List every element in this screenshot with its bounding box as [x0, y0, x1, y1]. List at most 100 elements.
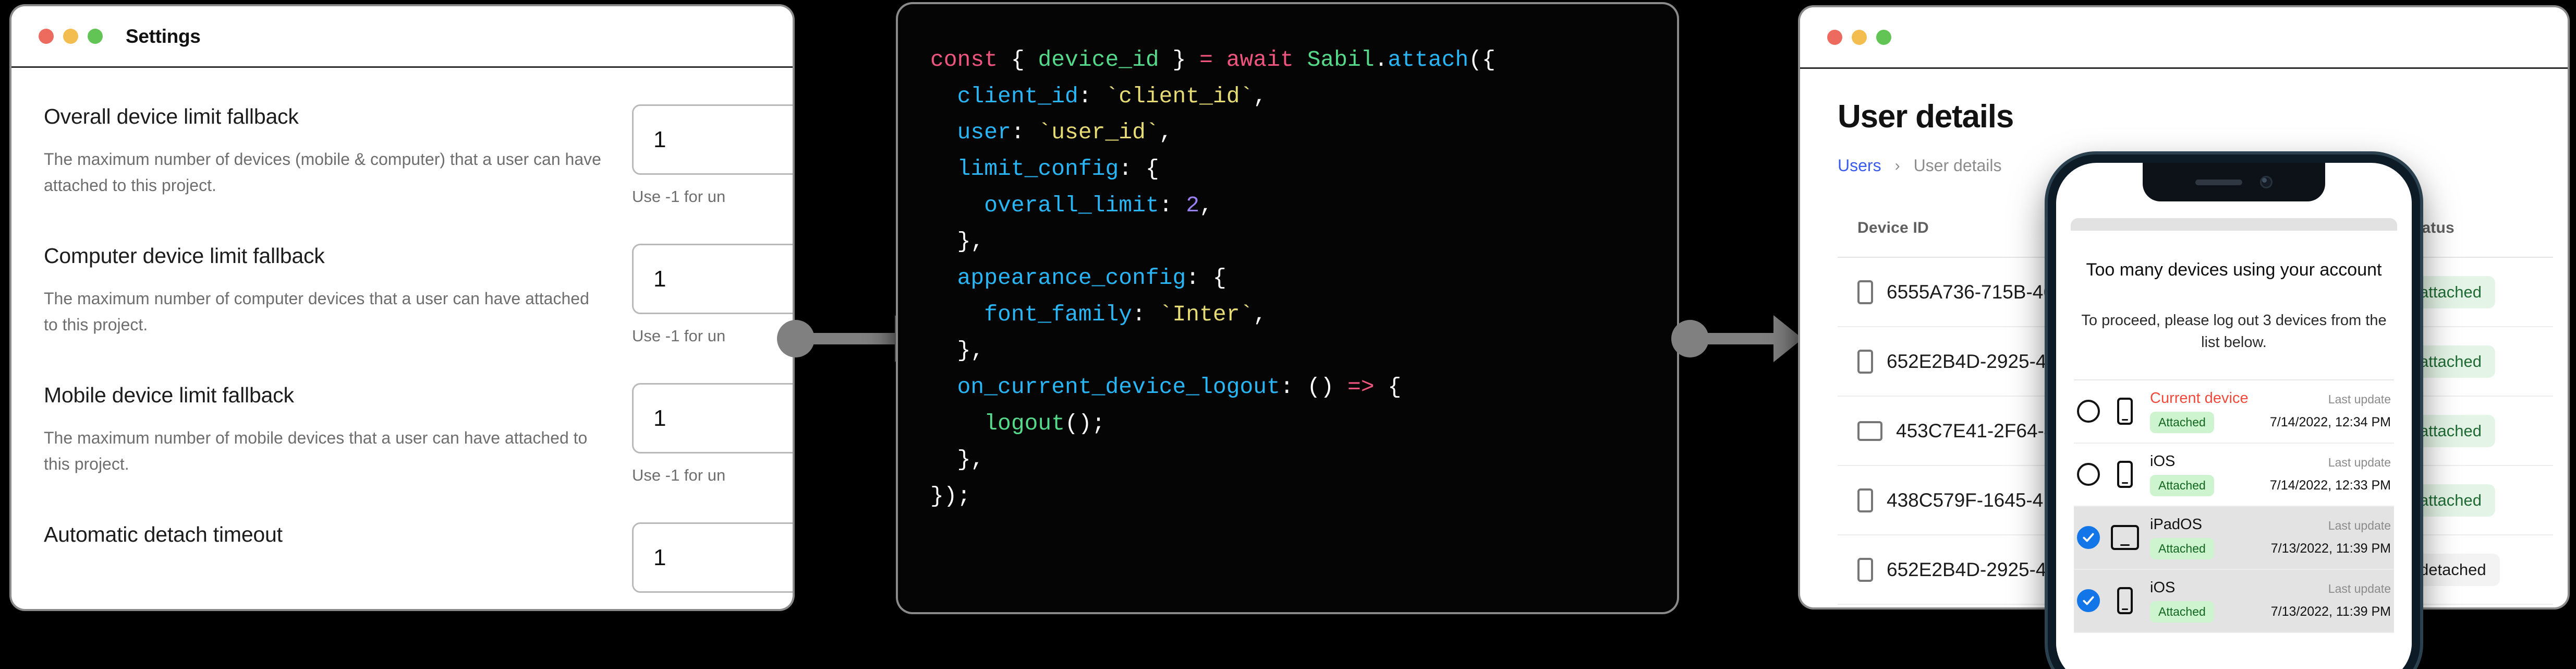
device-os-label: Current device [2150, 389, 2249, 407]
setting-text: Mobile device limit fallback The maximum… [44, 383, 628, 477]
setting-label: Overall device limit fallback [44, 104, 299, 128]
connector-dot-icon [1671, 320, 1709, 357]
code-snippet-window: const { device_id } = await Sabil.attach… [898, 4, 1677, 612]
checkbox-unchecked-icon[interactable] [2077, 463, 2100, 486]
checkbox-unchecked-icon[interactable] [2077, 400, 2100, 423]
code-token: (); [1065, 410, 1105, 436]
list-item[interactable]: iOS Attached Last update 7/14/2022, 12:33 P… [2074, 444, 2394, 507]
field-hint: Use -1 for un [632, 466, 726, 484]
code-token: : { [1186, 265, 1226, 291]
code-token: { [1374, 374, 1402, 400]
last-update-label: Last update [2328, 456, 2391, 470]
modal-device-list: Current device Attached Last update 7/14/20… [2074, 379, 2394, 633]
close-icon[interactable] [1827, 30, 1842, 45]
setting-row-mobile-device-limit: Mobile device limit fallback The maximum… [11, 383, 793, 485]
code-token: user [957, 120, 1011, 146]
maximize-icon[interactable] [1876, 30, 1891, 45]
device-last-update: Last update 7/14/2022, 12:33 PM [2270, 456, 2391, 493]
iphone-mockup: Too many devices using your account To p… [2048, 154, 2420, 669]
code-token: { [998, 47, 1038, 73]
bottom-sheet-handle[interactable] [2071, 218, 2397, 231]
device-id-text: 652E2B4D-2925-43 [1887, 558, 2058, 580]
user-details-titlebar [1800, 7, 2568, 69]
code-token: => [1347, 374, 1375, 400]
computer-device-limit-input[interactable]: 1 [632, 244, 793, 314]
checkbox-checked-icon[interactable] [2077, 526, 2100, 549]
breadcrumb-link-users[interactable]: Users [1838, 156, 1881, 175]
automatic-detach-timeout-input[interactable]: 1 [632, 522, 793, 593]
minimize-icon[interactable] [1852, 30, 1867, 45]
code-token: const [930, 47, 998, 73]
overall-device-limit-input[interactable]: 1 [632, 104, 793, 175]
close-icon[interactable] [39, 29, 54, 44]
last-update-value: 7/13/2022, 11:39 PM [2270, 604, 2391, 619]
device-meta: iOS Attached [2150, 579, 2261, 623]
setting-description: The maximum number of mobile devices tha… [44, 428, 588, 473]
code-token: : [1011, 120, 1038, 146]
connector-dot-icon [777, 320, 815, 357]
code-token: 2 [1186, 192, 1200, 218]
setting-description: The maximum number of devices (mobile & … [44, 150, 601, 195]
table-cell-status: detached [2406, 553, 2552, 586]
too-many-devices-modal: Too many devices using your account To p… [2056, 231, 2412, 669]
setting-text: Automatic detach timeout [44, 522, 628, 547]
code-token: : [1078, 83, 1105, 109]
device-os-label: iOS [2150, 452, 2176, 470]
code-token: ({ [1468, 47, 1496, 73]
code-token: overall_limit [984, 192, 1159, 218]
minimize-icon[interactable] [63, 29, 78, 44]
device-icon-wrapper [2110, 398, 2140, 425]
code-token: }, [930, 447, 985, 473]
device-id-text: 652E2B4D-2925-43 [1887, 350, 2058, 372]
code-token: }, [930, 338, 985, 364]
code-token: await [1226, 47, 1307, 73]
setting-field: 1 Use -1 for un [632, 383, 793, 485]
code-token: device_id [1038, 47, 1159, 73]
code-token: , [1159, 120, 1173, 146]
table-cell-status: attached [2406, 276, 2552, 308]
code-token: , [1253, 83, 1267, 109]
modal-title: Too many devices using your account [2086, 260, 2382, 280]
last-update-label: Last update [2328, 582, 2391, 596]
device-icon-wrapper [2110, 525, 2140, 551]
maximize-icon[interactable] [88, 29, 103, 44]
status-badge: Attached [2150, 474, 2214, 496]
field-hint: Use -1 for un [632, 327, 726, 345]
phone-icon [1857, 349, 1873, 374]
checkbox-checked-icon[interactable] [2077, 589, 2100, 613]
setting-row-overall-device-limit: Overall device limit fallback The maximu… [11, 104, 793, 206]
setting-row-automatic-detach-timeout: Automatic detach timeout 1 [11, 522, 793, 593]
phone-icon [1857, 488, 1873, 512]
last-update-value: 7/14/2022, 12:34 PM [2269, 415, 2391, 430]
code-token: }, [930, 229, 985, 255]
settings-body: Overall device limit fallback The maximu… [11, 68, 793, 609]
list-item[interactable]: iOS Attached Last update 7/13/2022, 11:39 P… [2074, 569, 2394, 633]
code-content: const { device_id } = await Sabil.attach… [930, 47, 1496, 509]
code-token: : [1132, 301, 1159, 327]
setting-text: Overall device limit fallback The maximu… [44, 104, 628, 198]
code-token: appearance_config [957, 265, 1186, 291]
code-token: : { [1119, 156, 1159, 182]
device-icon-wrapper [2110, 461, 2140, 488]
breadcrumb-current: User details [1913, 156, 2002, 175]
code-token: , [1253, 301, 1267, 327]
field-hint: Use -1 for un [632, 187, 726, 206]
mobile-device-limit-input[interactable]: 1 [632, 383, 793, 453]
code-token: : () [1280, 374, 1347, 400]
list-item[interactable]: iPadOS Attached Last update 7/13/2022, 11:3… [2074, 506, 2394, 570]
device-last-update: Last update 7/13/2022, 11:39 PM [2271, 519, 2391, 556]
code-token: `Inter` [1159, 301, 1254, 327]
code-token: logout [984, 410, 1065, 436]
list-item[interactable]: Current device Attached Last update 7/14/20… [2074, 380, 2394, 444]
code-token: . [1374, 47, 1388, 73]
code-token: }); [930, 483, 971, 509]
phone-icon [2117, 587, 2133, 615]
setting-text: Computer device limit fallback The maxim… [44, 244, 628, 338]
traffic-lights [1827, 30, 1891, 45]
